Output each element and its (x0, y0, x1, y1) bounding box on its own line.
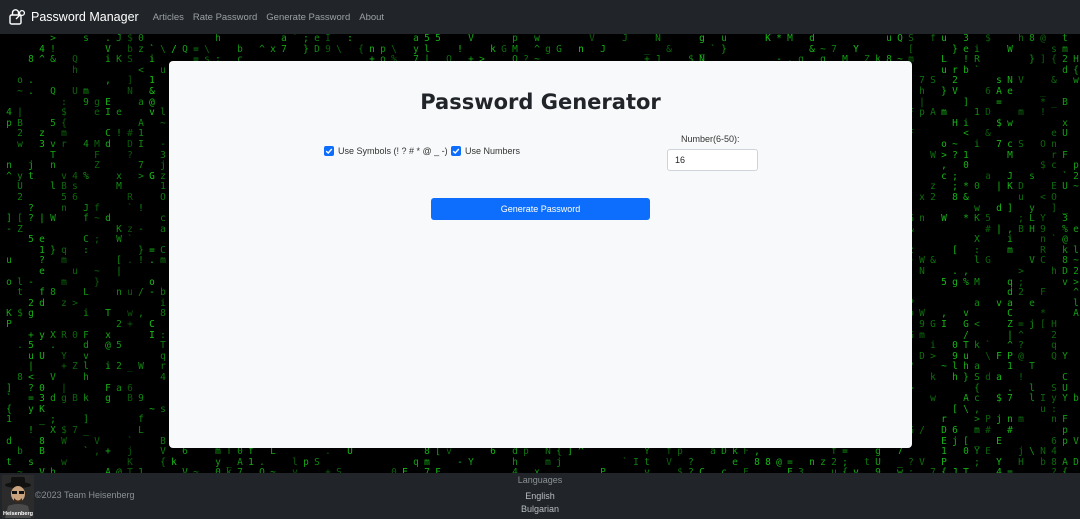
matrix-column: J K e ! x M K W [ | n 2 5 2 a @ (116, 34, 122, 473)
matrix-column: o ~ | B 2 w y U 2 [ Z l t $ . 8 b ~ (17, 75, 23, 473)
generator-card: Password Generator Use Symbols (! ? # * … (169, 61, 912, 448)
matrix-column: $ 6 D & a 5 # G ` \ d P # E (985, 34, 991, 458)
use-symbols-checkbox[interactable] (324, 146, 334, 156)
matrix-column: f S A W z 2 & G i > k w 7 (930, 34, 936, 473)
matrix-column: 8 . . j t ? ? 5 - 2 g + 5 u | < ? = y ! … (28, 54, 34, 468)
page-title: Password Generator (420, 90, 661, 114)
matrix-column: 4 ^ z 3 | e 1 ? e f d y U 0 3 K _ 8 B V (39, 43, 45, 473)
matrix-column: . V i , E I C d d T x @ i F g + A (105, 34, 111, 473)
matrix-column: $ b S ] N # D ? R ` z ` . u w + _ 6 B ` … (127, 34, 133, 473)
matrix-column: s A = $ 7 | d | v F a $ j E Y 4 (996, 75, 1002, 473)
length-label: Number(6-50): (681, 134, 740, 144)
matrix-column: 7 h | p x n W N W 9 m D / V (919, 75, 925, 468)
matrix-column: u L u } m o > , c W 5 , I ~ r D E 1 P { (941, 34, 947, 473)
matrix-column: @ ] _ * ! O $ < Y 9 n R C F * [ I u N b (1040, 34, 1046, 468)
matrix-column: s m 9 4 % J f C : L i F d v l h k ] _ ` (83, 34, 89, 458)
matrix-column: h V m S D u ; B > ; 2 = ^ ? @ ! m j H (1018, 34, 1024, 468)
nav-articles[interactable]: Articles (153, 12, 184, 23)
matrix-column: \ u l ~ - 3 j z 1 O c a C m b i 8 : T q … (160, 43, 166, 468)
lock-key-icon (9, 9, 26, 25)
matrix-column: g e M F Z f ~ ; ~ } V , (94, 96, 100, 458)
generate-password-button[interactable]: Generate Password (431, 198, 650, 220)
matrix-column: W N e w c M J K ] , i m q d a C Z | ^ P … (1007, 43, 1013, 473)
length-input[interactable]: 16 (667, 149, 758, 171)
matrix-column: Q h U 4 s 6 u > 0 Z B 7 (72, 54, 78, 436)
navbar: Password Manager Articles Rate Password … (0, 0, 1080, 34)
checkmark-icon (325, 148, 333, 154)
nav-about[interactable]: About (359, 12, 384, 23)
languages-title: Languages (517, 475, 563, 485)
matrix-column: > ! & Q 5 v T n l W } 8 X . V d ; X h (50, 34, 56, 473)
use-symbols-option[interactable]: Use Symbols (! ? # * @ _ -) (324, 146, 448, 156)
use-numbers-checkbox[interactable] (451, 146, 461, 156)
language-english[interactable]: English (0, 491, 1080, 501)
matrix-column: } r 2 V H ~ ? ; ; 8 [ . g 0 9 l h [ 6 j … (952, 43, 958, 473)
use-numbers-label: Use Numbers (465, 146, 521, 156)
matrix-column: ` i 1 & @ v G = . o - C I ~ (149, 43, 155, 415)
matrix-column: t m 2 d B x U F ` U _ 3 % @ k 8 D v Y C … (1062, 34, 1068, 473)
use-symbols-label: Use Symbols (! ? # * @ _ -) (338, 146, 448, 156)
matrix-column: s { & _ e n r c E O ] ` h H 2 q Q S y : … (1051, 43, 1057, 473)
nav-rate-password[interactable]: Rate Password (193, 12, 257, 23)
checkmark-icon (452, 148, 460, 154)
brand-label: Password Manager (31, 10, 139, 24)
use-numbers-option[interactable]: Use Numbers (451, 146, 520, 156)
matrix-column: : $ { m r v B 5 n q m m z R Y + | g $ W … (61, 96, 67, 468)
matrix-column: 3 e ! b ] i < 1 0 * & * , % v G / T u h … (963, 34, 969, 473)
footer: Heisenberg ©2023 Team Heisenberg Languag… (0, 473, 1080, 519)
language-bulgarian[interactable]: Bulgarian (0, 504, 1080, 514)
matrix-column: 4 p n ^ ] - u o K P ] ` { 1 d t (6, 107, 12, 468)
matrix-column: 8 } s y L H V e j T l l \ (1029, 34, 1035, 458)
matrix-column: H { w p 2 ~ e l ~ 2 > ^ l A b V D (1073, 54, 1079, 468)
nav-generate-password[interactable]: Generate Password (266, 12, 350, 23)
brand-link[interactable]: Password Manager (9, 9, 139, 25)
matrix-column: i R ` 1 i 0 w K X : l M a < k a S { c , … (974, 43, 980, 468)
matrix-column: 0 z < a A 1 I 7 > ! - } ! / , W 9 f L 1 (138, 34, 144, 473)
